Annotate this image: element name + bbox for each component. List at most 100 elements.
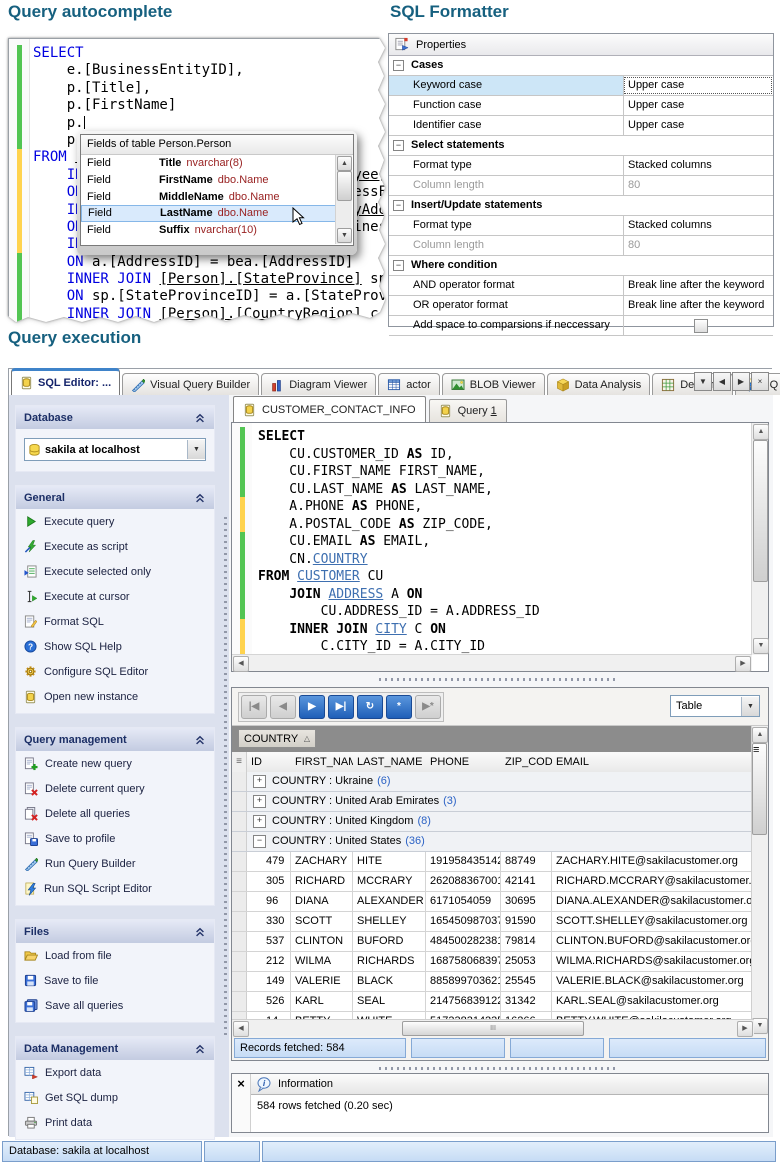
row-selector[interactable] bbox=[232, 792, 247, 811]
formatter-row[interactable]: Add space to comparsions if neccessary bbox=[389, 316, 773, 336]
property-value[interactable]: Break line after the keyword bbox=[623, 276, 773, 295]
sidebar-group-header[interactable]: Files bbox=[16, 920, 214, 943]
close-tab-button[interactable]: × bbox=[751, 372, 769, 391]
scroll-left-button[interactable]: ◀ bbox=[233, 656, 249, 672]
formatter-row[interactable]: Format typeStacked columns bbox=[389, 156, 773, 176]
column-header-first_name[interactable]: FIRST_NAME bbox=[291, 752, 353, 772]
tab-list-dropdown-button[interactable]: ▼ bbox=[694, 372, 712, 391]
scrollbar-thumb[interactable] bbox=[337, 171, 352, 201]
refresh-button[interactable]: ↻ bbox=[357, 695, 383, 719]
collapse-icon[interactable]: − bbox=[393, 200, 404, 211]
table-row[interactable]: 526KARLSEAL21475683912231342KARL.SEAL@sa… bbox=[232, 992, 754, 1012]
sidebar-item-save-all-queries[interactable]: Save all queries bbox=[16, 993, 214, 1018]
property-value[interactable]: 80 bbox=[623, 176, 773, 195]
property-value[interactable]: Upper case bbox=[623, 116, 773, 135]
results-info-splitter[interactable] bbox=[229, 1063, 773, 1073]
scroll-down-button[interactable]: ▼ bbox=[753, 638, 769, 654]
formatter-row[interactable]: Column length80 bbox=[389, 236, 773, 256]
group-by-column-chip[interactable]: COUNTRY △ bbox=[238, 729, 316, 748]
tab-sql-editor-[interactable]: SQL Editor: ... bbox=[11, 368, 120, 395]
scrollbar-thumb[interactable]: III bbox=[402, 1021, 584, 1036]
sidebar-item-run-query-builder[interactable]: Run Query Builder bbox=[16, 851, 214, 876]
column-header-id[interactable]: ID bbox=[247, 752, 291, 772]
formatter-group-row[interactable]: −Insert/Update statements bbox=[389, 196, 773, 216]
formatter-row[interactable]: OR operator formatBreak line after the k… bbox=[389, 296, 773, 316]
editor-hscrollbar[interactable]: ◀ ▶ bbox=[232, 654, 752, 671]
table-row[interactable]: 479ZACHARYHITE19195843514288749ZACHARY.H… bbox=[232, 852, 754, 872]
view-mode-select[interactable]: Table ▼ bbox=[670, 695, 760, 717]
popup-scrollbar[interactable]: ▲ ▼ bbox=[335, 155, 352, 244]
scroll-right-button[interactable]: ▶ bbox=[735, 656, 751, 672]
collapse-icon[interactable]: − bbox=[393, 60, 404, 71]
table-row[interactable]: 305RICHARDMCCRARY26208836700142141RICHAR… bbox=[232, 872, 754, 892]
autocomplete-item[interactable]: FieldFirstNamedbo.Name bbox=[81, 172, 336, 189]
tab-data-analysis[interactable]: Data Analysis bbox=[547, 373, 651, 395]
formatter-row[interactable]: Format typeStacked columns bbox=[389, 216, 773, 236]
sql-code[interactable]: SELECT CU.CUSTOMER_ID AS ID, CU.FIRST_NA… bbox=[258, 428, 540, 656]
column-header-email[interactable]: EMAIL bbox=[552, 752, 754, 772]
scroll-left-button[interactable]: ◀ bbox=[233, 1021, 249, 1037]
scrollbar-thumb[interactable]: ≡ bbox=[752, 743, 767, 835]
sidebar-item-create-new-query[interactable]: Create new query bbox=[16, 751, 214, 776]
go-to-last-fetch-button[interactable]: ▶* bbox=[415, 695, 441, 719]
scroll-up-button[interactable]: ▲ bbox=[337, 156, 352, 171]
grid-vscrollbar[interactable]: ▲ ≡ ▼ bbox=[751, 726, 768, 1035]
expand-icon[interactable]: + bbox=[253, 795, 266, 808]
collapse-icon[interactable]: − bbox=[253, 835, 266, 848]
editor-results-splitter[interactable] bbox=[229, 674, 773, 684]
scroll-tabs-left-button[interactable]: ◀ bbox=[713, 372, 731, 391]
property-value[interactable]: Stacked columns bbox=[623, 216, 773, 235]
row-selector[interactable] bbox=[232, 772, 247, 791]
formatter-row[interactable]: Column length80 bbox=[389, 176, 773, 196]
scrollbar-thumb[interactable] bbox=[753, 440, 768, 582]
table-row[interactable]: 537CLINTONBUFORD48450028238179814CLINTON… bbox=[232, 932, 754, 952]
tab-visual-query-builder[interactable]: Visual Query Builder bbox=[122, 373, 259, 395]
formatter-group-row[interactable]: −Select statements bbox=[389, 136, 773, 156]
column-header-last_name[interactable]: LAST_NAME bbox=[353, 752, 426, 772]
sidebar-group-header[interactable]: Database bbox=[16, 406, 214, 429]
table-row[interactable]: 96DIANAALEXANDER617105405930695DIANA.ALE… bbox=[232, 892, 754, 912]
property-value[interactable] bbox=[623, 316, 773, 335]
sidebar-item-load-from-file[interactable]: Load from file bbox=[16, 943, 214, 968]
sidebar-splitter[interactable] bbox=[221, 395, 229, 1137]
expand-icon[interactable]: + bbox=[253, 815, 266, 828]
row-selector[interactable] bbox=[232, 812, 247, 831]
row-selector[interactable] bbox=[232, 932, 247, 951]
formatter-group-row[interactable]: −Cases bbox=[389, 56, 773, 76]
sidebar-item-show-sql-help[interactable]: ?Show SQL Help bbox=[16, 634, 214, 659]
formatter-row[interactable]: AND operator formatBreak line after the … bbox=[389, 276, 773, 296]
sidebar-item-print-data[interactable]: Print data bbox=[16, 1110, 214, 1135]
sidebar-item-run-sql-script-editor[interactable]: Run SQL Script Editor bbox=[16, 876, 214, 901]
property-value[interactable]: Upper case bbox=[623, 76, 773, 95]
scroll-down-button[interactable]: ▼ bbox=[752, 1018, 768, 1034]
next-record-button[interactable]: ▶ bbox=[299, 695, 325, 719]
property-value[interactable]: Stacked columns bbox=[623, 156, 773, 175]
tab-actor[interactable]: actor bbox=[378, 373, 439, 395]
sidebar-item-open-new-instance[interactable]: Open new instance bbox=[16, 684, 214, 709]
fetch-all-button[interactable]: * bbox=[386, 695, 412, 719]
expand-icon[interactable]: + bbox=[253, 775, 266, 788]
table-row[interactable]: 149VALERIEBLACK88589970362125545VALERIE.… bbox=[232, 972, 754, 992]
group-row[interactable]: +COUNTRY : United Arab Emirates (3) bbox=[232, 792, 754, 812]
sidebar-group-header[interactable]: Query management bbox=[16, 728, 214, 751]
sql-text-editor[interactable]: SELECT e.[BusinessEntityID], p.[Title], … bbox=[8, 38, 389, 326]
collapse-icon[interactable]: − bbox=[393, 260, 404, 271]
scroll-tabs-right-button[interactable]: ▶ bbox=[732, 372, 750, 391]
scroll-right-button[interactable]: ▶ bbox=[737, 1021, 753, 1037]
group-row[interactable]: −COUNTRY : United States (36) bbox=[232, 832, 754, 852]
tab-blob-viewer[interactable]: BLOB Viewer bbox=[442, 373, 545, 395]
row-selector[interactable] bbox=[232, 992, 247, 1011]
chevron-down-icon[interactable]: ▼ bbox=[741, 697, 759, 716]
formatter-row[interactable]: Function caseUpper case bbox=[389, 96, 773, 116]
table-row[interactable]: 212WILMARICHARDS16875806839725053WILMA.R… bbox=[232, 952, 754, 972]
sidebar-item-configure-sql-editor[interactable]: Configure SQL Editor bbox=[16, 659, 214, 684]
sidebar-item-export-data[interactable]: Export data bbox=[16, 1060, 214, 1085]
sidebar-item-save-to-file[interactable]: Save to file bbox=[16, 968, 214, 993]
row-selector[interactable] bbox=[232, 912, 247, 931]
autocomplete-item[interactable]: FieldTitlenvarchar(8) bbox=[81, 155, 336, 172]
prior-record-button[interactable]: ◀ bbox=[270, 695, 296, 719]
first-record-button[interactable]: |◀ bbox=[241, 695, 267, 719]
group-row[interactable]: +COUNTRY : United Kingdom (8) bbox=[232, 812, 754, 832]
close-info-button[interactable]: × bbox=[232, 1074, 251, 1132]
sidebar-item-execute-as-script[interactable]: Execute as script bbox=[16, 534, 214, 559]
